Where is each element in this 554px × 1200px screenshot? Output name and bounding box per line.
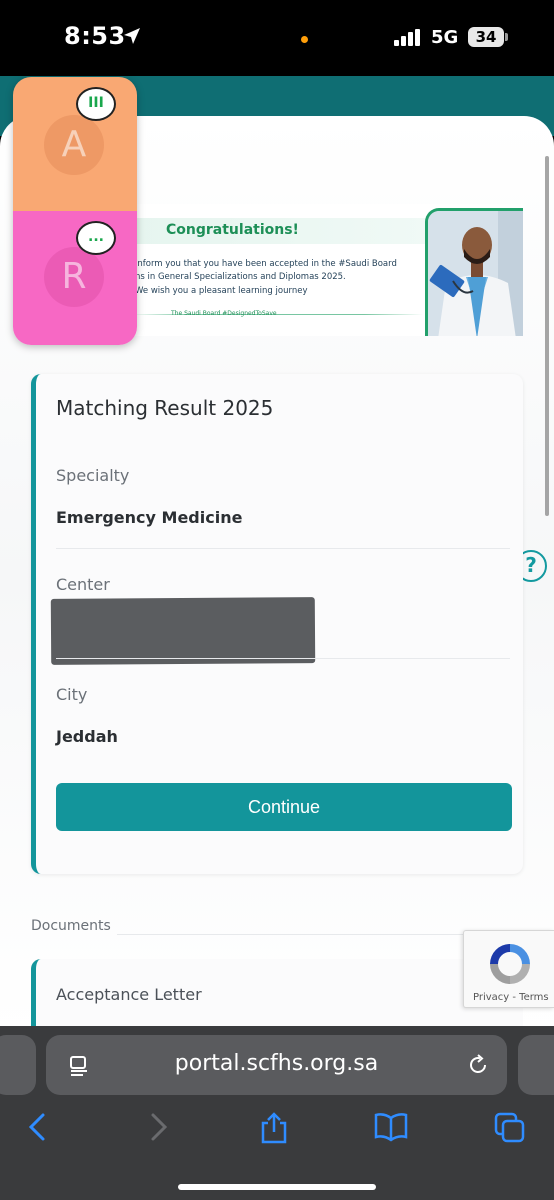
address-bar[interactable]: portal.scfhs.org.sa [46, 1035, 507, 1095]
specialty-label: Specialty [56, 466, 130, 485]
center-label: Center [56, 575, 110, 594]
acceptance-letter-card[interactable]: Acceptance Letter [31, 959, 523, 1036]
documents-section-label: Documents [31, 918, 111, 934]
url-text[interactable]: portal.scfhs.org.sa [46, 1051, 507, 1076]
back-icon[interactable] [26, 1112, 50, 1142]
battery-level: 34 [475, 28, 497, 46]
card-title: Matching Result 2025 [56, 396, 274, 420]
banner-text-line: We wish you a pleasant learning journey [135, 286, 308, 296]
status-bar: 8:53 5G 34 [0, 0, 554, 76]
battery-nub [505, 33, 508, 41]
doctor-illustration [428, 211, 523, 336]
share-icon[interactable] [259, 1112, 289, 1144]
scroll-indicator[interactable] [545, 156, 549, 516]
chat-heads-widget[interactable]: A III R ... [13, 77, 137, 345]
specialty-value: Emergency Medicine [56, 508, 243, 527]
recaptcha-links[interactable]: Privacy - Terms [473, 992, 549, 1003]
network-type: 5G [431, 27, 459, 48]
avatar: R [44, 247, 104, 307]
banner-text-line: inform you that you have been accepted i… [135, 259, 397, 269]
matching-result-card: Matching Result 2025 Specialty Emergency… [31, 374, 523, 874]
doctor-photo [425, 208, 523, 336]
browser-chrome: portal.scfhs.org.sa [0, 1026, 554, 1200]
banner-text-line: ns in General Specializations and Diplom… [135, 272, 346, 282]
tabs-icon[interactable] [494, 1112, 526, 1144]
city-value: Jeddah [56, 727, 118, 746]
recaptcha-badge[interactable]: Privacy - Terms [463, 930, 554, 1008]
privacy-indicator-dot [301, 36, 308, 43]
redacted-center-value [50, 597, 316, 665]
avatar: A [44, 115, 104, 175]
forward-icon[interactable] [146, 1112, 170, 1142]
divider [56, 658, 510, 659]
banner-tagline: The Saudi Board #DesignedToSave [171, 310, 277, 317]
chat-head-r[interactable]: R ... [13, 211, 137, 345]
bookmarks-icon[interactable] [374, 1112, 408, 1142]
location-arrow-icon [124, 28, 140, 44]
reload-icon[interactable] [466, 1053, 490, 1077]
city-label: City [56, 685, 88, 704]
chat-bubble-icon: ... [76, 221, 116, 255]
continue-button[interactable]: Continue [56, 783, 512, 831]
divider [56, 548, 510, 549]
battery-icon: 34 [468, 27, 504, 47]
home-indicator[interactable] [178, 1184, 376, 1190]
next-tab-preview[interactable] [518, 1035, 554, 1095]
recaptcha-icon [490, 944, 530, 984]
banner-title: Congratulations! [166, 222, 299, 238]
status-time: 8:53 [64, 22, 126, 50]
previous-tab-preview[interactable] [0, 1035, 36, 1095]
document-title: Acceptance Letter [56, 985, 202, 1004]
chat-head-a[interactable]: A III [13, 77, 137, 211]
chat-bubble-icon: III [76, 87, 116, 121]
signal-strength-icon [394, 29, 420, 46]
